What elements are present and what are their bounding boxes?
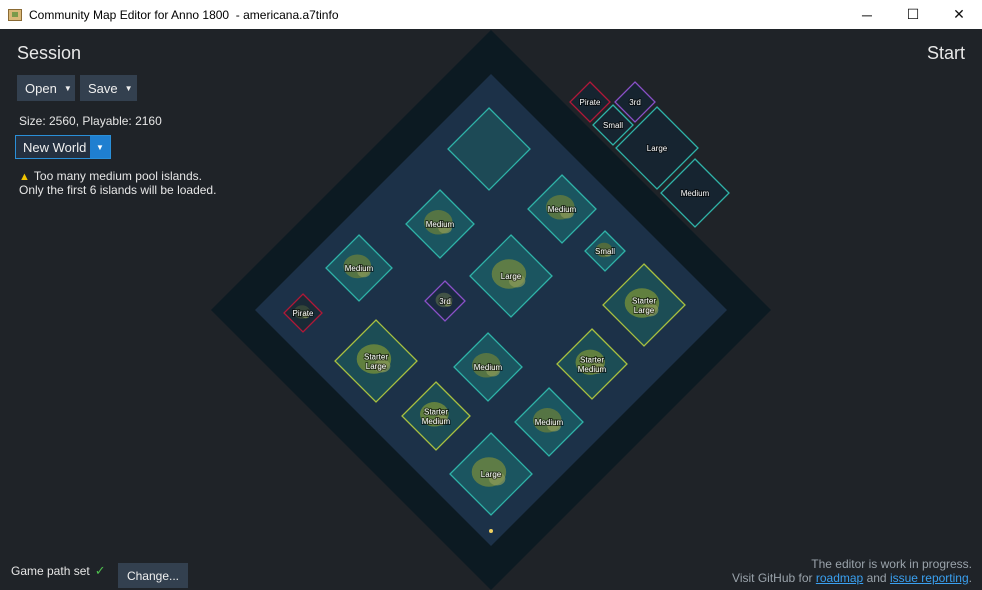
maximize-button[interactable]: ☐ (890, 0, 936, 29)
map-start-marker (489, 529, 493, 533)
island-label: 3rd (629, 98, 641, 107)
island-warning: ▲ Too many medium pool islands. Only the … (19, 170, 216, 197)
island-tile[interactable] (447, 107, 531, 191)
island-label: Pirate (293, 309, 314, 318)
island-label: Large (634, 306, 655, 315)
island-label: Large (366, 362, 387, 371)
open-caret-icon: ▼ (63, 83, 72, 93)
open-button[interactable]: Open ▼ (17, 75, 75, 101)
map-island-medium[interactable]: Medium (405, 189, 475, 259)
island-label: Large (501, 272, 522, 281)
checkmark-icon: ✓ (94, 563, 106, 578)
session-heading: Session (17, 43, 82, 63)
map-island-3rd[interactable]: 3rd (424, 280, 466, 322)
island-label: Medium (578, 365, 607, 374)
save-button[interactable]: Save ▼ (80, 75, 137, 101)
island-label: Large (647, 144, 668, 153)
island-label: Medium (535, 418, 564, 427)
island-label: Small (603, 121, 623, 130)
island-label: Medium (345, 264, 374, 273)
map-island-empty-large[interactable] (447, 107, 531, 191)
map-island-large[interactable]: Large (449, 432, 533, 516)
footer-note-line-2: Visit GitHub for roadmap and issue repor… (732, 571, 972, 585)
window-titlebar: Community Map Editor for Anno 1800 - ame… (0, 0, 982, 29)
map-svg[interactable]: Medium Medium Medium Large Small Pirate 3rd Sta… (0, 0, 982, 590)
footer-and: and (863, 571, 890, 585)
island-label: Starter (632, 296, 656, 305)
map-island-starter-large[interactable]: StarterLarge (334, 319, 418, 403)
warning-icon: ▲ (19, 171, 30, 183)
map-island-medium[interactable]: Medium (453, 332, 523, 402)
map-island-medium[interactable]: Medium (325, 234, 393, 302)
minimize-button[interactable]: ─ (844, 0, 890, 29)
map-size-info: Size: 2560, Playable: 2160 (19, 114, 162, 128)
map-island-small[interactable]: Small (584, 230, 626, 272)
roadmap-link[interactable]: roadmap (816, 571, 863, 585)
warning-line-1: Too many medium pool islands. (33, 169, 202, 183)
game-path-status: Game path set ✓ (11, 563, 106, 579)
island-label: Small (595, 247, 615, 256)
footer-period: . (968, 571, 972, 585)
world-select-value: New World (23, 139, 87, 155)
map-island-medium[interactable]: Medium (514, 387, 584, 457)
island-label: Starter (580, 355, 604, 364)
window-controls: ─ ☐ ✕ (844, 0, 982, 29)
issue-reporting-link[interactable]: issue reporting (890, 571, 969, 585)
save-label: Save (88, 80, 118, 96)
map-canvas[interactable]: Medium Medium Medium Large Small Pirate 3rd Sta… (0, 0, 982, 590)
warning-line-2: Only the first 6 islands will be loaded. (19, 183, 217, 197)
change-path-button[interactable]: Change... (118, 563, 188, 588)
island-label: Starter (424, 407, 448, 416)
island-label: Medium (426, 220, 455, 229)
map-island-large[interactable]: Large (469, 234, 553, 318)
chevron-down-icon[interactable]: ▼ (90, 136, 110, 158)
island-label: Large (481, 470, 502, 479)
app-map-icon (8, 8, 22, 21)
island-label: Medium (474, 363, 503, 372)
close-button[interactable]: ✕ (936, 0, 982, 29)
window-title: Community Map Editor for Anno 1800 - ame… (29, 7, 339, 22)
map-island-starter-medium[interactable]: StarterMedium (401, 381, 471, 451)
footer-prefix: Visit GitHub for (732, 571, 816, 585)
open-label: Open (25, 80, 57, 96)
map-island-starter-medium[interactable]: StarterMedium (556, 328, 628, 400)
start-heading: Start (926, 43, 965, 63)
island-label: 3rd (439, 297, 451, 306)
footer-note: The editor is work in progress. Visit Gi… (732, 557, 972, 585)
map-island-pirate[interactable]: Pirate (283, 293, 323, 333)
footer-note-line-1: The editor is work in progress. (811, 557, 972, 571)
map-island-medium[interactable]: Medium (527, 174, 597, 244)
island-label: Pirate (580, 98, 601, 107)
map-island-starter-large[interactable]: StarterLarge (602, 263, 686, 347)
island-label: Medium (548, 205, 577, 214)
island-label: Medium (422, 417, 451, 426)
save-caret-icon: ▼ (124, 83, 133, 93)
island-label: Starter (364, 352, 388, 361)
island-label: Medium (681, 189, 710, 198)
world-select[interactable]: New World ▼ (15, 135, 111, 159)
game-path-text: Game path set (11, 564, 90, 578)
islands-layer: Medium Medium Medium Large Small Pirate 3rd Sta… (283, 81, 730, 516)
